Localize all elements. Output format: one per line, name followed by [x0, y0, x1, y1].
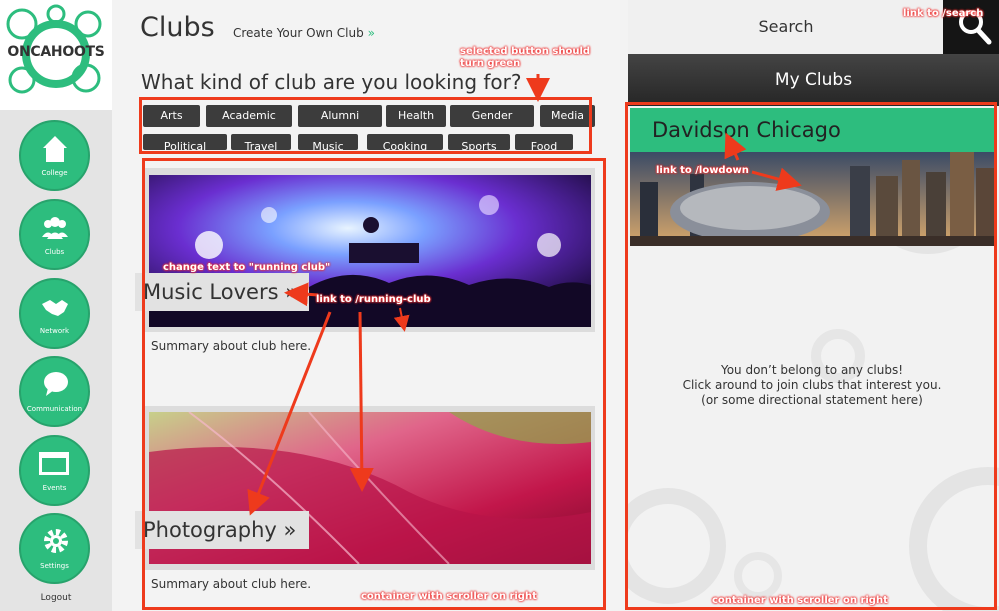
annotation-selected-button: selected button should [460, 46, 591, 57]
annotation-container-right: container with scroller on right [712, 595, 888, 606]
annotation-arrows [247, 74, 802, 516]
annotation-link-search: link to /search [903, 8, 984, 19]
annotation-link-running-club: link to /running-club [316, 294, 431, 305]
annotation-selected-button: turn green [460, 58, 521, 69]
app-page: ONCAHOOTS College Clubs Network Communic… [0, 0, 999, 611]
annotation-link-lowdown: link to /lowdown [656, 165, 749, 176]
annotation-change-text: change text to "running club" [163, 262, 331, 273]
annotation-container-center: container with scroller on right [361, 591, 537, 602]
